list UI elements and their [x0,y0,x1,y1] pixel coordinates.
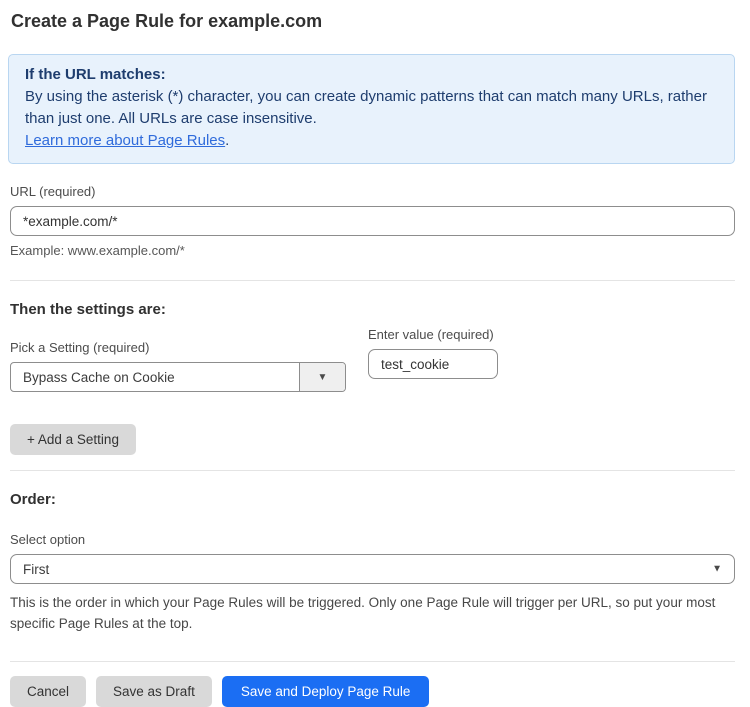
setting-select-arrow-segment[interactable]: ▼ [299,363,345,391]
cancel-button[interactable]: Cancel [10,676,86,707]
action-button-row: Cancel Save as Draft Save and Deploy Pag… [10,676,735,707]
save-and-deploy-button[interactable]: Save and Deploy Page Rule [222,676,430,707]
setting-value-label: Enter value (required) [368,327,498,342]
order-section-heading: Order: [10,491,735,508]
settings-row: Pick a Setting (required) Bypass Cache o… [10,320,735,392]
url-input[interactable] [10,206,735,236]
info-box-body: By using the asterisk (*) character, you… [25,86,718,130]
setting-select[interactable]: Bypass Cache on Cookie ▼ [10,362,346,392]
order-select[interactable]: First ▼ [10,554,735,584]
info-box-heading: If the URL matches: [25,64,718,86]
url-match-info-box: If the URL matches: By using the asteris… [8,54,735,164]
url-example-text: Example: www.example.com/* [10,243,735,258]
caret-down-icon: ▼ [712,564,722,575]
setting-select-column: Pick a Setting (required) Bypass Cache o… [10,320,346,392]
divider [10,470,735,471]
order-help-text: This is the order in which your Page Rul… [10,592,734,634]
divider [10,280,735,281]
info-box-link-line: Learn more about Page Rules. [25,130,718,152]
setting-select-label: Pick a Setting (required) [10,340,346,355]
caret-down-icon: ▼ [318,372,328,383]
settings-section-heading: Then the settings are: [10,301,735,318]
page-title: Create a Page Rule for example.com [10,11,735,32]
url-field-label: URL (required) [10,184,735,199]
link-suffix: . [225,132,229,149]
setting-value-column: Enter value (required) [368,327,498,392]
order-section: Order: Select option First ▼ This is the… [10,491,735,662]
add-setting-button[interactable]: + Add a Setting [10,424,136,455]
order-select-label: Select option [10,532,735,547]
learn-more-link[interactable]: Learn more about Page Rules [25,132,225,149]
setting-value-input[interactable] [368,349,498,379]
order-select-value: First [23,562,49,577]
setting-select-value: Bypass Cache on Cookie [11,363,299,391]
divider [10,661,735,662]
save-as-draft-button[interactable]: Save as Draft [96,676,212,707]
create-page-rule-panel: Create a Page Rule for example.com If th… [0,0,750,707]
